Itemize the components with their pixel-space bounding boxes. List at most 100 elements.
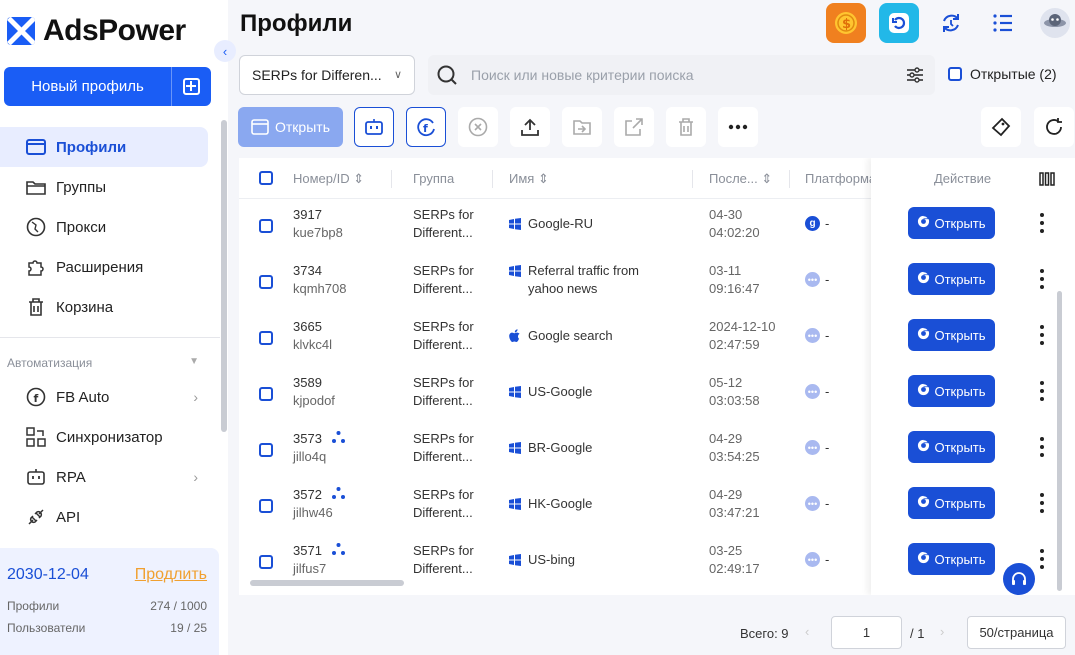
refresh-button[interactable] (1034, 107, 1074, 147)
more-actions-button[interactable] (718, 107, 758, 147)
open-profile-label: Открыть (934, 439, 986, 455)
open-profile-button[interactable]: Открыть (908, 319, 995, 351)
row-more-button[interactable] (1039, 213, 1045, 233)
move-to-group-button[interactable] (562, 107, 602, 147)
open-profile-button[interactable]: Открыть (908, 263, 995, 295)
group-select[interactable]: SERPs for Differen... ∨ (239, 55, 415, 95)
select-all-checkbox[interactable] (259, 171, 273, 185)
automation-section-title: Автоматизация (7, 356, 93, 370)
sync-status-button[interactable] (931, 3, 971, 43)
row-checkbox[interactable] (259, 499, 273, 513)
sidebar-item-rpa[interactable]: RPA › (0, 457, 208, 497)
total-count: Всего: 9 (740, 626, 789, 641)
user-avatar-button[interactable] (1035, 3, 1075, 43)
opened-filter[interactable]: Открытые (2) (948, 66, 1057, 82)
row-more-button[interactable] (1039, 269, 1045, 289)
sidebar: AdsPower Новый профиль Профили Группы Пр… (0, 0, 228, 655)
support-chat-button[interactable] (1003, 563, 1035, 595)
task-list-button[interactable] (983, 3, 1023, 43)
profile-name-line-2: yahoo news (528, 281, 598, 296)
row-more-button[interactable] (1039, 325, 1045, 345)
profile-name: Google search (528, 328, 613, 343)
share-button[interactable] (614, 107, 654, 147)
coins-button[interactable]: $ (826, 3, 866, 43)
filter-settings-icon[interactable] (906, 67, 924, 83)
last-opened-time: 02:47:59 (709, 337, 760, 352)
row-checkbox[interactable] (259, 331, 273, 345)
platform-value: - (825, 440, 830, 455)
sidebar-item-trash[interactable]: Корзина (0, 287, 208, 327)
group-line-2: Different... (413, 449, 473, 464)
group-line-1: SERPs for (413, 431, 474, 446)
open-profile-button[interactable]: Открыть (908, 487, 995, 519)
profile-number: 3734 (293, 263, 322, 278)
platform-more-icon: ••• (805, 496, 820, 511)
search-input[interactable]: Поиск или новые критерии поиска (471, 67, 694, 83)
group-cell: SERPs for Different... (413, 374, 474, 410)
group-line-2: Different... (413, 337, 473, 352)
platform-value: - (825, 552, 830, 567)
group-select-value: SERPs for Differen... (252, 67, 382, 83)
sidebar-item-label: Профили (56, 138, 127, 156)
sidebar-item-fb-auto[interactable]: f FB Auto › (0, 377, 208, 417)
table-horizontal-scrollbar[interactable] (250, 580, 404, 586)
row-checkbox[interactable] (259, 443, 273, 457)
column-settings-icon[interactable] (1039, 172, 1055, 186)
row-more-button[interactable] (1039, 381, 1045, 401)
sidebar-item-profiles[interactable]: Профили (0, 127, 208, 167)
caret-down-icon: ▼ (189, 356, 199, 367)
open-profile-label: Открыть (934, 327, 986, 343)
column-name[interactable]: Имя ⇕ (509, 171, 549, 187)
app-button[interactable] (879, 3, 919, 43)
open-profile-button[interactable]: Открыть (908, 207, 995, 239)
row-more-button[interactable] (1039, 493, 1045, 513)
sidebar-item-proxy[interactable]: Прокси (0, 207, 208, 247)
open-selected-button[interactable]: Открыть (238, 107, 343, 147)
row-checkbox[interactable] (259, 387, 273, 401)
prev-page-button[interactable]: ‹ (805, 624, 809, 639)
sidebar-item-api[interactable]: API (0, 497, 208, 537)
row-checkbox[interactable] (259, 275, 273, 289)
close-profile-button[interactable] (458, 107, 498, 147)
upload-button[interactable] (510, 107, 550, 147)
sidebar-item-synchronizer[interactable]: Синхронизатор (0, 417, 208, 457)
last-opened-date: 2024-12-10 (709, 319, 776, 334)
column-id[interactable]: Номер/ID ⇕ (293, 171, 364, 187)
search-bar[interactable]: Поиск или новые критерии поиска (428, 55, 935, 95)
more-horizontal-icon (728, 124, 748, 130)
row-checkbox[interactable] (259, 219, 273, 233)
row-checkbox[interactable] (259, 555, 273, 569)
puzzle-icon (25, 257, 46, 278)
sidebar-scrollbar[interactable] (221, 120, 227, 432)
column-last-opened[interactable]: После... ⇕ (709, 171, 772, 187)
opened-checkbox[interactable] (948, 67, 962, 81)
next-page-button[interactable]: › (940, 624, 944, 639)
sort-icon: ⇕ (353, 171, 365, 186)
sidebar-item-extensions[interactable]: Расширения (0, 247, 208, 287)
fb-auto-button[interactable]: f (406, 107, 446, 147)
row-more-button[interactable] (1039, 549, 1045, 569)
last-opened-date: 05-12 (709, 375, 743, 390)
rpa-button[interactable] (354, 107, 394, 147)
tags-button[interactable] (981, 107, 1021, 147)
sidebar-item-label: Расширения (56, 258, 144, 276)
renew-link[interactable]: Продлить (135, 566, 207, 584)
page-number-input[interactable]: 1 (831, 616, 902, 649)
collapse-sidebar-button[interactable]: ‹ (214, 40, 236, 62)
new-profile-add-button[interactable] (171, 67, 211, 106)
open-profile-button[interactable]: Открыть (908, 431, 995, 463)
page-size-select[interactable]: 50/страница (967, 616, 1066, 649)
profile-number: 3571 (293, 543, 322, 558)
row-more-button[interactable] (1039, 437, 1045, 457)
open-profile-button[interactable]: Открыть (908, 375, 995, 407)
browser-icon (917, 383, 930, 399)
automation-section-header[interactable]: Автоматизация ▼ (7, 356, 199, 370)
new-profile-button[interactable]: Новый профиль (4, 67, 211, 106)
kebab-dot (1040, 221, 1044, 225)
table-vertical-scrollbar[interactable] (1057, 291, 1062, 591)
kebab-dot (1040, 437, 1044, 441)
open-profile-button[interactable]: Открыть (908, 543, 995, 575)
sidebar-item-groups[interactable]: Группы (0, 167, 208, 207)
plan-card: 2030-12-04 Продлить Профили 274 / 1000 П… (0, 548, 219, 655)
delete-button[interactable] (666, 107, 706, 147)
